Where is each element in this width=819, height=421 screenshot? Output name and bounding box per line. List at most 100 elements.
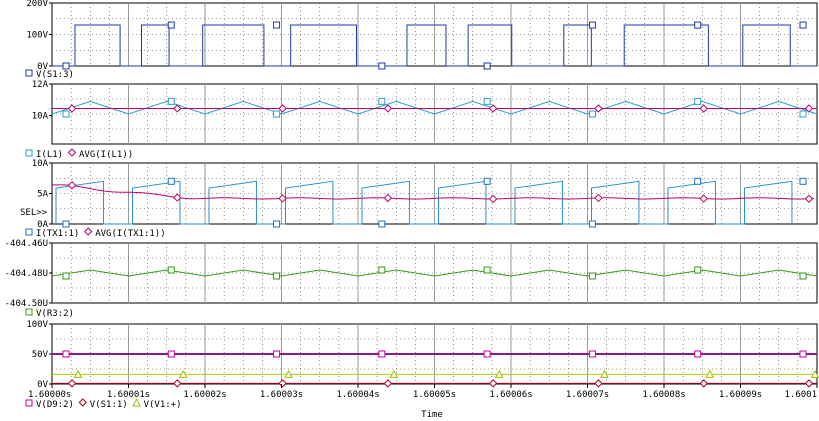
series-0-marker (694, 21, 702, 29)
series-0-marker (799, 177, 807, 185)
series-0-marker (62, 220, 70, 228)
x-tick-label: 1.6001 (784, 390, 817, 400)
series-0-marker (483, 97, 491, 105)
series-0-marker (62, 62, 70, 70)
series-0-marker (483, 177, 491, 185)
panel-5-y-ticks: 100V 50V 0V (26, 320, 52, 390)
series-1-marker (278, 104, 287, 113)
series-1-marker (699, 104, 708, 113)
panel-1-y-ticks: 200V100V0V (26, 0, 52, 72)
series-0-marker (799, 350, 807, 358)
panel-4-y-ticks: -404.46U -404.48U -404.50U (5, 239, 52, 309)
series-0-marker (273, 21, 281, 29)
y-tick-label: 100V (26, 320, 48, 330)
panel-3: 10A5A0A I(TX1:1) AVG(I(TX1:1)) SEL>> (20, 159, 818, 239)
y-tick-label: 200V (26, 0, 48, 9)
series-0-marker (62, 110, 70, 118)
series-0-marker (167, 21, 175, 29)
panel-3-legend: I(TX1:1) AVG(I(TX1:1)) (25, 227, 166, 239)
legend-label: V(V1:+) (144, 400, 182, 410)
series-0-marker (167, 350, 175, 358)
legend-label: V(R3:2) (36, 309, 74, 319)
legend-marker (132, 397, 141, 407)
x-axis-label: Time (421, 410, 443, 420)
series-0-marker (588, 272, 596, 280)
panel-3-series (51, 177, 815, 228)
x-tick-label: 1.60007s (566, 390, 609, 400)
panel-3-grid (52, 163, 817, 224)
x-tick-label: 1.60001s (107, 390, 150, 400)
series-1-marker (699, 379, 708, 388)
series-0-marker (694, 350, 702, 358)
series-1-marker (699, 194, 708, 203)
series-0-marker (167, 266, 175, 274)
series-1-marker (488, 194, 498, 204)
panel-3-y-ticks: 10A5A0A (32, 159, 52, 230)
legend-marker (25, 149, 33, 157)
panel-2: 12A10A I(L1) AVG(I(L1)) (25, 80, 818, 160)
legend-label: I(TX1:1) (36, 229, 79, 239)
sel-marker: SEL>> (20, 208, 48, 218)
series-0-marker (588, 350, 596, 358)
series-1-marker (173, 379, 182, 388)
series-0-marker (483, 350, 491, 358)
y-tick-label: 12A (32, 80, 49, 90)
series-0-marker (378, 220, 386, 228)
y-tick-label: 0V (37, 380, 48, 390)
y-tick-label: -404.50U (5, 299, 48, 309)
x-tick-label: 1.60002s (183, 390, 226, 400)
series-1-marker (488, 104, 498, 113)
series-0-marker (62, 350, 70, 358)
legend-marker (25, 69, 33, 77)
pspice-waveform-plot: 200V 100V 0V V(S1:3) 12A10A I(L1) AVG(I(L1)… (5, 0, 819, 420)
y-tick-label: -404.46U (5, 239, 48, 249)
series-0-marker (483, 266, 491, 274)
x-tick-label: 1.60000s (28, 390, 71, 400)
y-tick-label: 100V (26, 31, 48, 41)
series-0-marker (799, 21, 807, 29)
series-0-marker (378, 62, 386, 70)
legend-marker (67, 148, 77, 157)
x-tick-label: 1.60009s (719, 390, 762, 400)
series-0-marker (378, 97, 386, 105)
series-1-marker (67, 379, 77, 388)
y-tick-label: 5A (37, 190, 48, 200)
panel-4-grid (52, 243, 817, 303)
series-1-marker (383, 379, 393, 388)
panel-4: -404.46U -404.48U -404.50U V(R3:2) (5, 239, 818, 319)
series-0-marker (588, 220, 596, 228)
series-0-marker (694, 266, 702, 274)
legend-label: V(S1:1) (90, 400, 128, 410)
series-0-marker (588, 110, 596, 118)
series-1-marker (488, 379, 498, 388)
series-1-marker (383, 193, 393, 203)
series-1-marker (594, 379, 603, 388)
series-0-marker (588, 21, 596, 29)
legend-label: V(D9:2) (36, 400, 74, 410)
legend-marker (25, 228, 33, 236)
series-0-marker (273, 220, 281, 228)
y-tick-label: -404.48U (5, 269, 48, 279)
legend-marker (25, 308, 33, 316)
y-tick-label: 50V (32, 350, 49, 360)
legend-label: AVG(I(TX1:1)) (95, 229, 165, 239)
series-0-marker (273, 272, 281, 280)
legend-label: V(S1:3) (36, 70, 74, 80)
series-1-marker (804, 379, 814, 388)
series-1-marker (594, 193, 603, 203)
series-0-marker (483, 62, 491, 70)
legend-label: AVG(I(L1)) (79, 150, 133, 160)
series-0-marker (62, 272, 70, 280)
series-0-marker (694, 177, 702, 185)
series-1-marker (67, 104, 77, 113)
series-1-marker (804, 194, 814, 203)
series-i-tx1-1--line (55, 180, 793, 225)
x-tick-label: 1.60003s (260, 390, 303, 400)
series-1-marker (278, 379, 287, 388)
series-0-marker (799, 110, 807, 118)
x-tick-label: 1.60005s (413, 390, 456, 400)
legend-marker (83, 227, 93, 236)
series-0-marker (799, 272, 807, 280)
series-avg-i-tx1-1--line (51, 184, 815, 200)
panel-2-y-ticks: 12A 10A (32, 80, 52, 122)
